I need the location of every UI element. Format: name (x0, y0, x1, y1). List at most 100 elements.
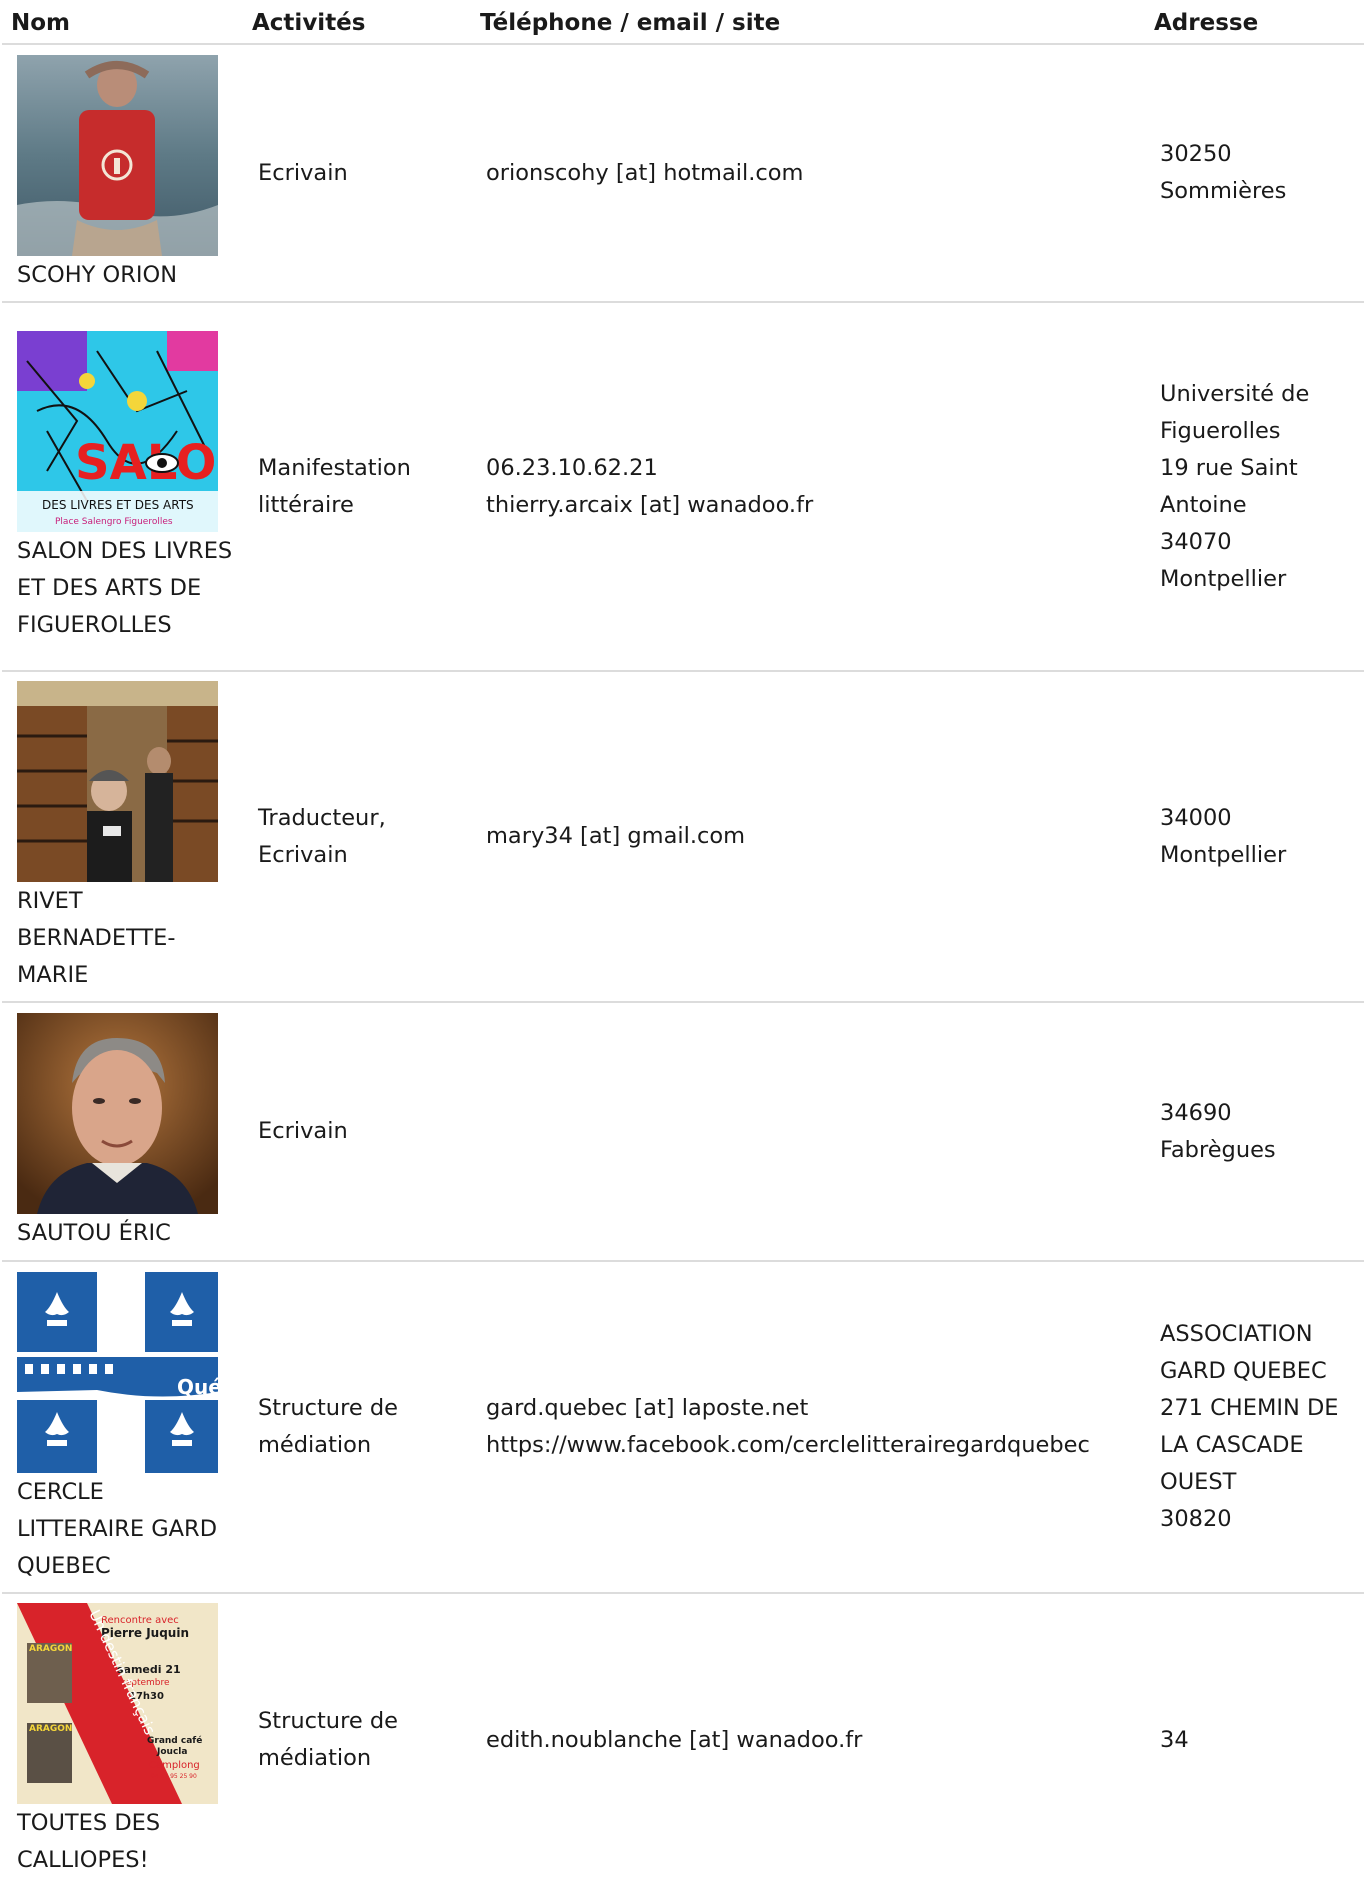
svg-text:ARAGON: ARAGON (29, 1724, 72, 1734)
activity-line: Structure de (258, 1708, 398, 1734)
svg-text:Place Salengro Figuerolles: Place Salengro Figuerolles (55, 517, 173, 527)
email-text[interactable]: edith.noublanche [at] wanadoo.fr (486, 1722, 1136, 1759)
quebec-flag-logo-thumbnail[interactable]: Qué (17, 1271, 218, 1473)
address-cell: 30250 Sommières (1145, 44, 1364, 303)
entry-name: SALON DES LIVRES ET DES ARTS DE FIGUEROL… (17, 538, 233, 638)
address-cell: 34000 Montpellier (1145, 671, 1364, 1003)
name-cell: SCOHY ORION (2, 44, 243, 303)
contact-cell: mary34 [at] gmail.com (471, 671, 1145, 1003)
activity-line: Structure de (258, 1395, 398, 1421)
library-photo-icon (17, 681, 218, 882)
name-cell: SALON DES LIVRES ET DES ARTS Place Salen… (2, 302, 243, 672)
address-line: 34000 (1160, 804, 1232, 831)
address-line: 30250 (1160, 141, 1232, 167)
column-header-nom[interactable]: Nom (2, 0, 243, 45)
activity-cell: Traducteur, Ecrivain (243, 671, 471, 1003)
activity-cell: Ecrivain (243, 1002, 471, 1262)
table-row: RIVET BERNADETTE-MARIE Traducteur, Ecriv… (2, 671, 1364, 1003)
email-text[interactable]: gard.quebec [at] laposte.net (486, 1390, 1136, 1427)
activity-line: Traducteur, (258, 804, 386, 831)
activity-line: Ecrivain (258, 1118, 348, 1144)
table-row: SAUTOU ÉRIC Ecrivain 34690 Fabrègues (2, 1002, 1364, 1262)
address-line: OUEST (1160, 1469, 1237, 1495)
address-line: Montpellier (1160, 565, 1287, 592)
activity-line: médiation (258, 1745, 372, 1771)
address-line: Antoine (1160, 491, 1247, 518)
email-text[interactable]: mary34 [at] gmail.com (486, 818, 1136, 855)
address-line: 30820 (1160, 1506, 1232, 1532)
activity-line: Ecrivain (258, 841, 348, 868)
phone-text[interactable]: 06.23.10.62.21 (486, 450, 1136, 487)
address-line: GARD QUEBEC (1160, 1358, 1327, 1384)
address-cell: 34 (1145, 1593, 1364, 1885)
event-poster-thumbnail[interactable]: ARAGON ARAGON Rencontre avec Pierre Juqu… (17, 1603, 218, 1804)
portrait-photo-icon (17, 1013, 218, 1214)
table-row: SALON DES LIVRES ET DES ARTS Place Salen… (2, 302, 1364, 672)
contact-cell (471, 1002, 1145, 1262)
column-header-adresse[interactable]: Adresse (1145, 0, 1364, 45)
address-line: Fabrègues (1160, 1136, 1276, 1163)
name-cell: Qué CERCLE LITTERAIRE GARD QUEBEC (2, 1261, 243, 1594)
entry-name: RIVET BERNADETTE-MARIE (17, 888, 176, 988)
address-line: 34070 (1160, 528, 1232, 555)
activity-cell: Structure de médiation (243, 1593, 471, 1885)
address-line: 34690 (1160, 1099, 1232, 1126)
entry-name: SCOHY ORION (17, 261, 178, 288)
address-line: 19 rue Saint (1160, 454, 1298, 481)
contact-cell: edith.noublanche [at] wanadoo.fr (471, 1593, 1145, 1885)
activity-line: Ecrivain (258, 159, 348, 186)
svg-text:ARAGON: ARAGON (29, 1644, 72, 1654)
entry-name: CERCLE LITTERAIRE GARD QUEBEC (17, 1478, 218, 1579)
contact-cell: 06.23.10.62.21 thierry.arcaix [at] wanad… (471, 302, 1145, 672)
svg-text:Camplong: Camplong (149, 1760, 200, 1771)
address-line: Université de (1160, 380, 1310, 407)
person-photo-thumbnail[interactable] (17, 54, 218, 256)
column-header-contact[interactable]: Téléphone / email / site (471, 0, 1145, 45)
activity-cell: Structure de médiation (243, 1261, 471, 1594)
header-row: Nom Activités Téléphone / email / site A… (2, 0, 1364, 45)
address-line: LA CASCADE (1160, 1432, 1304, 1458)
event-poster-icon: ARAGON ARAGON Rencontre avec Pierre Juqu… (17, 1603, 218, 1804)
event-poster-thumbnail[interactable]: SALON DES LIVRES ET DES ARTS Place Salen… (17, 331, 218, 532)
table-row: Qué CERCLE LITTERAIRE GARD QUEBEC Struct… (2, 1261, 1364, 1594)
email-text[interactable]: thierry.arcaix [at] wanadoo.fr (486, 487, 1136, 524)
activity-line: littéraire (258, 491, 354, 518)
activity-cell: Ecrivain (243, 44, 471, 303)
event-poster-icon: SALON DES LIVRES ET DES ARTS Place Salen… (17, 331, 218, 532)
quebec-flag-logo-icon: Qué (17, 1271, 218, 1473)
contact-cell: orionscohy [at] hotmail.com (471, 44, 1145, 303)
person-photo-icon (17, 54, 218, 256)
address-line: ASSOCIATION (1160, 1321, 1313, 1347)
address-cell: 34690 Fabrègues (1145, 1002, 1364, 1262)
address-cell: ASSOCIATION GARD QUEBEC 271 CHEMIN DE LA… (1145, 1261, 1364, 1594)
table-row: SCOHY ORION Ecrivain orionscohy [at] hot… (2, 44, 1364, 303)
table-row: ARAGON ARAGON Rencontre avec Pierre Juqu… (2, 1593, 1364, 1885)
svg-text:Grand café: Grand café (147, 1735, 202, 1746)
name-cell: ARAGON ARAGON Rencontre avec Pierre Juqu… (2, 1593, 243, 1885)
address-line: 271 CHEMIN DE (1160, 1395, 1339, 1421)
svg-text:Joucla: Joucla (156, 1747, 187, 1757)
entry-name: TOUTES DES CALLIOPES! (17, 1810, 161, 1873)
activity-cell: Manifestation littéraire (243, 302, 471, 672)
library-photo-thumbnail[interactable] (17, 681, 218, 882)
address-cell: Université de Figuerolles 19 rue Saint A… (1145, 302, 1364, 672)
email-text[interactable]: orionscohy [at] hotmail.com (486, 155, 1136, 192)
column-header-activites[interactable]: Activités (243, 0, 471, 45)
svg-text:04 67 95 25 90: 04 67 95 25 90 (151, 1773, 197, 1780)
activity-line: médiation (258, 1432, 372, 1458)
address-line: Sommières (1160, 178, 1287, 204)
svg-text:Qué: Qué (177, 1375, 218, 1399)
name-cell: RIVET BERNADETTE-MARIE (2, 671, 243, 1003)
contact-cell: gard.quebec [at] laposte.net https://www… (471, 1261, 1145, 1594)
directory-table: Nom Activités Téléphone / email / site A… (2, 0, 1364, 1885)
portrait-photo-thumbnail[interactable] (17, 1013, 218, 1214)
svg-text:Rencontre avec: Rencontre avec (101, 1615, 179, 1626)
entry-name: SAUTOU ÉRIC (17, 1220, 171, 1246)
website-link[interactable]: https://www.facebook.com/cerclelitterair… (486, 1427, 1136, 1464)
name-cell: SAUTOU ÉRIC (2, 1002, 243, 1262)
address-line: 34 (1160, 1726, 1189, 1753)
activity-line: Manifestation (258, 454, 411, 481)
svg-text:DES LIVRES ET DES ARTS: DES LIVRES ET DES ARTS (42, 498, 194, 512)
address-line: Figuerolles (1160, 417, 1281, 444)
address-line: Montpellier (1160, 841, 1287, 868)
